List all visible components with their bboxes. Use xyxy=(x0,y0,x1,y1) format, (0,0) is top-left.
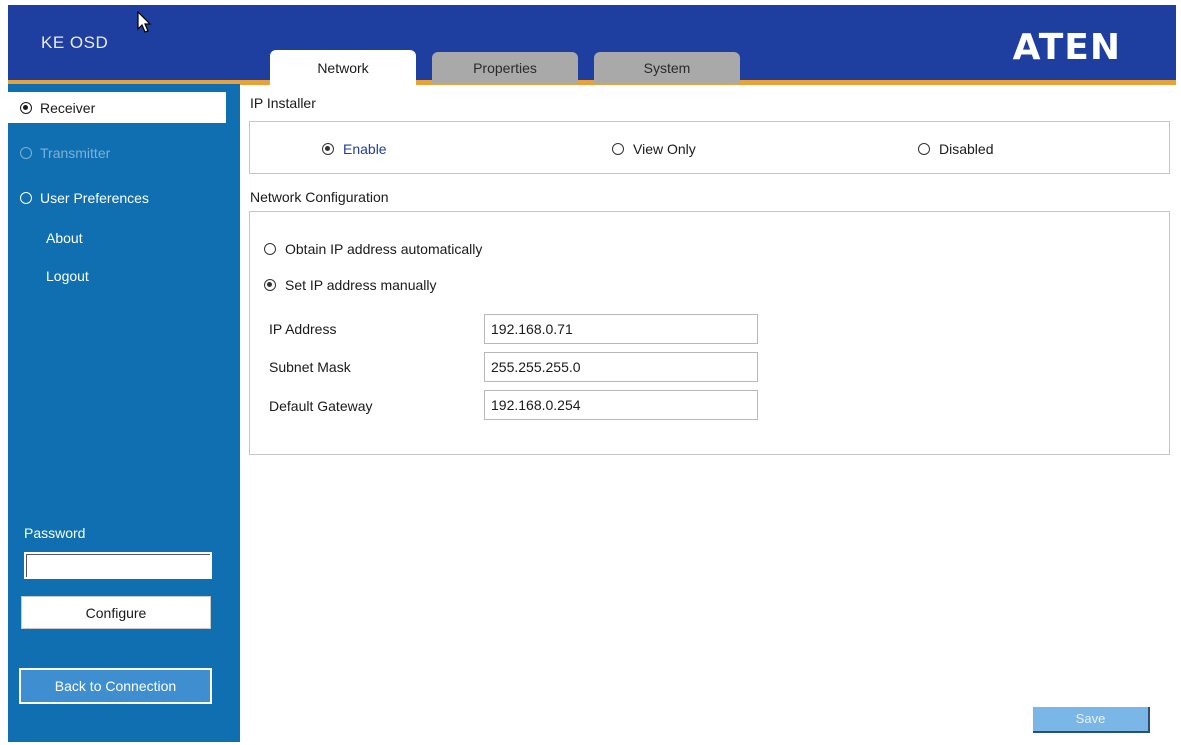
ip-installer-enable-radio[interactable]: Enable xyxy=(322,141,387,157)
sidebar-item-receiver[interactable]: Receiver xyxy=(8,92,226,123)
radio-unchecked-icon xyxy=(20,191,32,204)
radio-unchecked-icon xyxy=(612,143,624,155)
radio-unchecked-icon xyxy=(264,243,276,255)
ip-address-label: IP Address xyxy=(269,321,337,337)
configure-button[interactable]: Configure xyxy=(21,596,211,629)
radio-checked-icon xyxy=(264,279,276,291)
password-input[interactable] xyxy=(24,552,212,579)
ip-installer-title: IP Installer xyxy=(250,95,316,111)
ip-installer-view-only-radio[interactable]: View Only xyxy=(612,141,696,157)
ip-address-input[interactable] xyxy=(484,314,758,344)
app-header: KE OSD ATEN xyxy=(8,5,1176,85)
tab-system-label: System xyxy=(643,60,691,76)
option-label: Obtain IP address automatically xyxy=(285,241,483,257)
tab-network[interactable]: Network xyxy=(270,50,416,85)
sidebar-item-user-preferences[interactable]: User Preferences xyxy=(8,182,226,213)
app-title: KE OSD xyxy=(41,33,109,52)
sidebar-item-label: Receiver xyxy=(40,99,96,116)
sidebar-item-transmitter[interactable]: Transmitter xyxy=(8,137,226,168)
password-label: Password xyxy=(24,525,86,541)
radio-checked-icon xyxy=(322,143,334,155)
tab-system[interactable]: System xyxy=(594,52,740,83)
tab-network-label: Network xyxy=(317,60,369,76)
sidebar-item-label: User Preferences xyxy=(40,189,149,206)
back-to-connection-button[interactable]: Back to Connection xyxy=(19,668,212,704)
radio-unchecked-icon xyxy=(20,146,32,159)
ip-installer-disabled-radio[interactable]: Disabled xyxy=(918,141,993,157)
default-gateway-input[interactable] xyxy=(484,390,758,420)
aten-logo: ATEN xyxy=(1012,27,1121,68)
option-label: Enable xyxy=(343,141,387,157)
subnet-mask-label: Subnet Mask xyxy=(269,359,351,375)
sidebar-link-about[interactable]: About xyxy=(46,230,83,246)
sidebar-link-logout[interactable]: Logout xyxy=(46,268,89,284)
mouse-cursor-icon xyxy=(137,11,152,33)
ip-installer-panel xyxy=(249,121,1170,174)
subnet-mask-input[interactable] xyxy=(484,352,758,382)
radio-checked-icon xyxy=(20,101,32,114)
option-label: Set IP address manually xyxy=(285,277,437,293)
network-config-title: Network Configuration xyxy=(250,189,389,205)
option-label: View Only xyxy=(633,141,696,157)
obtain-ip-auto-radio[interactable]: Obtain IP address automatically xyxy=(264,241,482,257)
sidebar-item-label: Transmitter xyxy=(40,144,111,161)
option-label: Disabled xyxy=(939,141,994,157)
tab-properties-label: Properties xyxy=(473,60,537,76)
radio-unchecked-icon xyxy=(918,143,930,155)
save-button[interactable]: Save xyxy=(1033,707,1150,733)
default-gateway-label: Default Gateway xyxy=(269,398,373,414)
tab-properties[interactable]: Properties xyxy=(432,52,578,83)
set-ip-manual-radio[interactable]: Set IP address manually xyxy=(264,277,437,293)
